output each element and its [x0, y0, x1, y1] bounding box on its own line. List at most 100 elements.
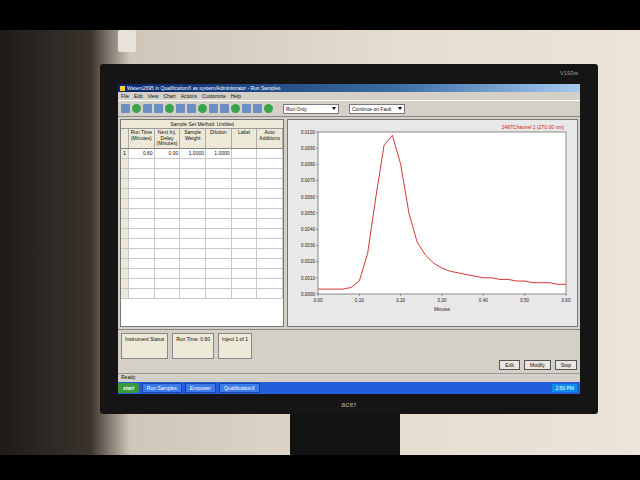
tool-icon[interactable] — [220, 104, 229, 113]
table-cell[interactable] — [155, 159, 181, 168]
table-row[interactable] — [121, 249, 283, 259]
table-cell[interactable] — [257, 269, 283, 278]
tool-icon[interactable] — [132, 104, 141, 113]
table-cell[interactable] — [206, 169, 232, 178]
table-cell[interactable] — [129, 219, 155, 228]
table-cell[interactable] — [232, 159, 258, 168]
table-row[interactable] — [121, 239, 283, 249]
table-cell[interactable] — [257, 229, 283, 238]
table-row[interactable] — [121, 209, 283, 219]
table-cell[interactable] — [232, 219, 258, 228]
tool-icon[interactable] — [198, 104, 207, 113]
tool-icon[interactable] — [187, 104, 196, 113]
table-cell[interactable] — [121, 229, 129, 238]
table-cell[interactable] — [129, 199, 155, 208]
table-cell[interactable] — [257, 289, 283, 298]
table-row[interactable] — [121, 289, 283, 299]
table-cell[interactable] — [180, 289, 206, 298]
table-cell[interactable] — [180, 259, 206, 268]
tool-icon[interactable] — [176, 104, 185, 113]
menu-item[interactable]: Chart — [163, 93, 175, 99]
table-row[interactable] — [121, 179, 283, 189]
table-cell[interactable] — [121, 289, 129, 298]
table-cell[interactable] — [232, 249, 258, 258]
taskbar-item[interactable]: QualificationX — [219, 383, 260, 393]
table-cell[interactable] — [121, 219, 129, 228]
column-header[interactable]: Auto Additions — [257, 129, 283, 148]
control-button[interactable]: Edit — [499, 360, 520, 370]
table-row[interactable]: 10.600.001.00001.0000 — [121, 149, 283, 159]
menu-item[interactable]: Actions — [181, 93, 197, 99]
table-row[interactable] — [121, 199, 283, 209]
menu-item[interactable]: Help — [231, 93, 241, 99]
table-cell[interactable] — [232, 269, 258, 278]
run-mode-select[interactable]: Run Only — [283, 104, 339, 114]
table-cell[interactable] — [129, 189, 155, 198]
table-cell[interactable] — [232, 179, 258, 188]
table-cell[interactable] — [206, 189, 232, 198]
table-cell[interactable] — [232, 259, 258, 268]
column-header[interactable]: Next Inj. Delay (Minutes) — [155, 129, 181, 148]
table-row[interactable] — [121, 159, 283, 169]
table-cell[interactable] — [206, 239, 232, 248]
table-cell[interactable] — [121, 249, 129, 258]
table-cell[interactable] — [206, 259, 232, 268]
table-cell[interactable] — [180, 269, 206, 278]
table-cell[interactable] — [180, 219, 206, 228]
table-cell[interactable] — [232, 189, 258, 198]
tool-icon[interactable] — [121, 104, 130, 113]
table-cell[interactable] — [206, 219, 232, 228]
table-cell[interactable] — [155, 179, 181, 188]
tool-icon[interactable] — [143, 104, 152, 113]
table-cell[interactable] — [121, 259, 129, 268]
table-cell[interactable] — [257, 259, 283, 268]
table-cell[interactable] — [129, 239, 155, 248]
table-cell[interactable] — [129, 279, 155, 288]
taskbar-item[interactable]: Run Samples — [142, 383, 182, 393]
table-cell[interactable] — [180, 199, 206, 208]
column-header[interactable]: Label — [232, 129, 258, 148]
table-cell[interactable] — [257, 249, 283, 258]
column-header[interactable]: Run Time (Minutes) — [129, 129, 155, 148]
table-cell[interactable] — [121, 269, 129, 278]
column-header[interactable]: Dilution — [206, 129, 232, 148]
table-cell[interactable] — [121, 239, 129, 248]
table-cell[interactable] — [206, 279, 232, 288]
table-cell[interactable] — [129, 289, 155, 298]
table-cell[interactable] — [155, 189, 181, 198]
table-cell[interactable] — [232, 239, 258, 248]
table-row[interactable] — [121, 169, 283, 179]
table-cell[interactable] — [155, 239, 181, 248]
table-row[interactable] — [121, 269, 283, 279]
table-cell[interactable] — [155, 209, 181, 218]
table-row[interactable] — [121, 219, 283, 229]
table-cell[interactable]: 0.60 — [129, 149, 155, 158]
table-cell[interactable] — [155, 199, 181, 208]
table-cell[interactable] — [180, 239, 206, 248]
table-cell[interactable] — [257, 209, 283, 218]
table-cell[interactable] — [121, 159, 129, 168]
table-cell[interactable]: 1.0000 — [180, 149, 206, 158]
table-cell[interactable] — [129, 179, 155, 188]
table-row[interactable] — [121, 189, 283, 199]
table-cell[interactable] — [155, 269, 181, 278]
table-cell[interactable] — [180, 279, 206, 288]
table-cell[interactable] — [129, 159, 155, 168]
table-cell[interactable] — [257, 219, 283, 228]
table-cell[interactable] — [206, 249, 232, 258]
table-cell[interactable] — [232, 229, 258, 238]
tool-icon[interactable] — [209, 104, 218, 113]
table-cell[interactable] — [232, 169, 258, 178]
table-cell[interactable] — [155, 249, 181, 258]
table-cell[interactable] — [257, 169, 283, 178]
table-cell[interactable] — [257, 179, 283, 188]
table-cell[interactable] — [121, 209, 129, 218]
table-cell[interactable]: 1.0000 — [206, 149, 232, 158]
table-cell[interactable] — [180, 179, 206, 188]
tool-icon[interactable] — [242, 104, 251, 113]
table-cell[interactable] — [232, 209, 258, 218]
table-cell[interactable] — [180, 189, 206, 198]
table-cell[interactable] — [257, 149, 283, 158]
table-cell[interactable] — [155, 169, 181, 178]
table-cell[interactable] — [232, 149, 258, 158]
